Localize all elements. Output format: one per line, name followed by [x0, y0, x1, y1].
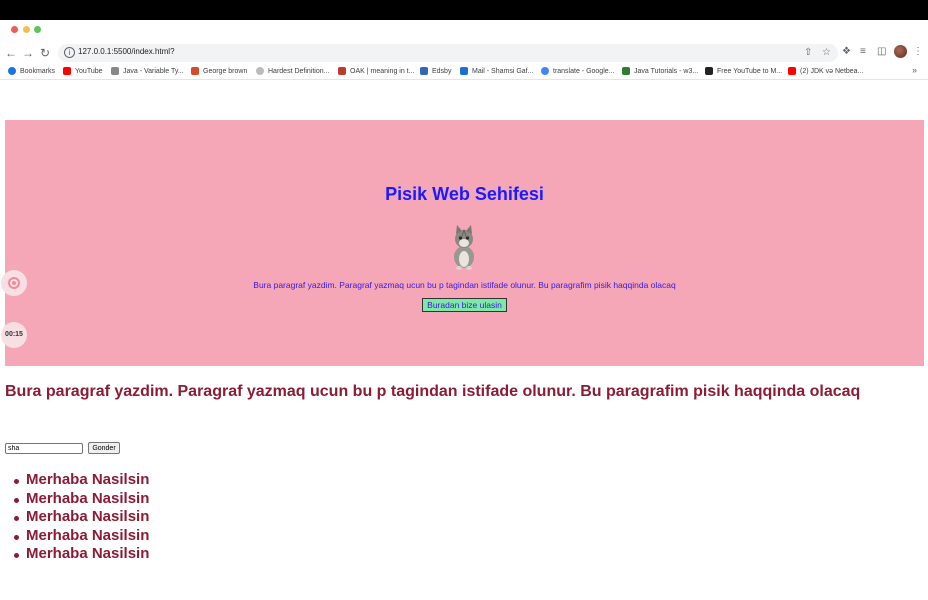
- submit-button[interactable]: Gonder: [88, 442, 120, 454]
- reading-list-icon[interactable]: ≡: [860, 46, 866, 57]
- screen: ← → ↻ i 127.0.0.1:5500/index.html? ⇧ ☆ ❖…: [0, 20, 928, 600]
- list-item: Merhaba Nasilsin: [13, 471, 150, 488]
- youtube-icon: [63, 67, 71, 75]
- bookmark-item[interactable]: Mail - Shamsi Gaf...: [460, 67, 533, 75]
- bookmark-label: Bookmarks: [20, 67, 56, 75]
- list-item: Merhaba Nasilsin: [13, 545, 150, 562]
- bookmark-label: Java Tutorials - w3...: [634, 67, 699, 75]
- bookmark-item[interactable]: Edsby: [420, 67, 451, 75]
- bookmark-label: (2) JDK və Netbea...: [800, 67, 864, 75]
- reload-icon[interactable]: ↻: [38, 46, 52, 60]
- list-item: Merhaba Nasilsin: [13, 508, 150, 525]
- bookmark-label: George brown: [203, 67, 248, 75]
- bookmark-label: Hardest Definition...: [268, 67, 330, 75]
- cat-image: [454, 225, 474, 270]
- recording-timer: 00:15: [1, 322, 27, 348]
- close-window-button[interactable]: [11, 26, 18, 33]
- bookmark-label: Mail - Shamsi Gaf...: [472, 67, 534, 75]
- info-icon[interactable]: i: [64, 47, 75, 58]
- record-icon: [8, 277, 20, 289]
- browser-toolbar: ← → ↻ i 127.0.0.1:5500/index.html? ⇧ ☆ ❖…: [0, 42, 928, 64]
- hero-section: Pisik Web Sehifesi Bura paragraf yazdim.…: [5, 120, 924, 366]
- record-button[interactable]: [1, 270, 27, 296]
- bookmark-item[interactable]: Hardest Definition...: [256, 67, 329, 75]
- extensions-icon[interactable]: ❖: [842, 46, 851, 57]
- outlook-icon: [460, 67, 468, 75]
- site-icon: [191, 67, 199, 75]
- url-text: 127.0.0.1:5500/index.html?: [78, 47, 175, 56]
- site-icon: [420, 67, 428, 75]
- bookmark-label: Java - Variable Ty...: [123, 67, 184, 75]
- message-input[interactable]: [5, 443, 83, 454]
- bookmark-label: translate - Google...: [553, 67, 615, 75]
- forward-arrow-icon[interactable]: →: [21, 46, 35, 60]
- google-icon: [541, 67, 549, 75]
- back-arrow-icon[interactable]: ←: [4, 46, 18, 60]
- main-paragraph: Bura paragraf yazdim. Paragraf yazmaq uc…: [5, 383, 861, 400]
- hero-paragraph: Bura paragraf yazdim. Paragraf yazmaq uc…: [253, 280, 676, 290]
- page-viewport: Pisik Web Sehifesi Bura paragraf yazdim.…: [0, 81, 928, 600]
- share-icon[interactable]: ⇧: [804, 47, 812, 58]
- minimize-window-button[interactable]: [23, 26, 30, 33]
- address-bar[interactable]: i 127.0.0.1:5500/index.html? ⇧ ☆: [58, 44, 838, 62]
- site-icon: [705, 67, 713, 75]
- contact-us-button[interactable]: Buradan bize ulasin: [422, 298, 507, 312]
- star-icon[interactable]: ☆: [822, 47, 831, 58]
- w3schools-icon: [622, 67, 630, 75]
- site-icon: [111, 67, 119, 75]
- list-item: Merhaba Nasilsin: [13, 489, 150, 507]
- bookmark-item[interactable]: YouTube: [63, 67, 103, 75]
- bookmarks-overflow-button[interactable]: »: [912, 65, 917, 75]
- site-icon: [256, 67, 264, 75]
- youtube-icon: [788, 67, 796, 75]
- bookmark-item[interactable]: (2) JDK və Netbea...: [788, 67, 863, 75]
- side-panel-icon[interactable]: ◫: [877, 46, 886, 57]
- bookmark-item[interactable]: Java Tutorials - w3...: [622, 67, 698, 75]
- bookmark-item[interactable]: OAK | meaning in t...: [338, 67, 414, 75]
- bookmarks-bar: Bookmarks YouTube Java - Variable Ty... …: [0, 64, 928, 80]
- profile-avatar[interactable]: [894, 45, 907, 58]
- bookmark-item[interactable]: George brown: [191, 67, 247, 75]
- bookmark-item[interactable]: Java - Variable Ty...: [111, 67, 184, 75]
- bookmark-label: OAK | meaning in t...: [350, 67, 415, 75]
- bookmark-item[interactable]: Bookmarks: [8, 67, 55, 75]
- bookmark-label: Free YouTube to M...: [717, 67, 783, 75]
- menu-kebab-icon[interactable]: ⋮: [913, 46, 923, 57]
- window-titlebar: [0, 20, 928, 36]
- page-title: Pisik Web Sehifesi: [385, 184, 544, 204]
- maximize-window-button[interactable]: [34, 26, 41, 33]
- star-icon: [8, 67, 16, 75]
- bookmark-label: YouTube: [75, 67, 103, 75]
- bookmark-label: Edsby: [432, 67, 452, 75]
- greeting-list: Merhaba Nasilsin Merhaba Nasilsin Merhab…: [13, 471, 150, 564]
- bookmark-item[interactable]: translate - Google...: [541, 67, 614, 75]
- list-item: Merhaba Nasilsin: [13, 526, 150, 544]
- bookmark-item[interactable]: Free YouTube to M...: [705, 67, 782, 75]
- shield-icon: [338, 67, 346, 75]
